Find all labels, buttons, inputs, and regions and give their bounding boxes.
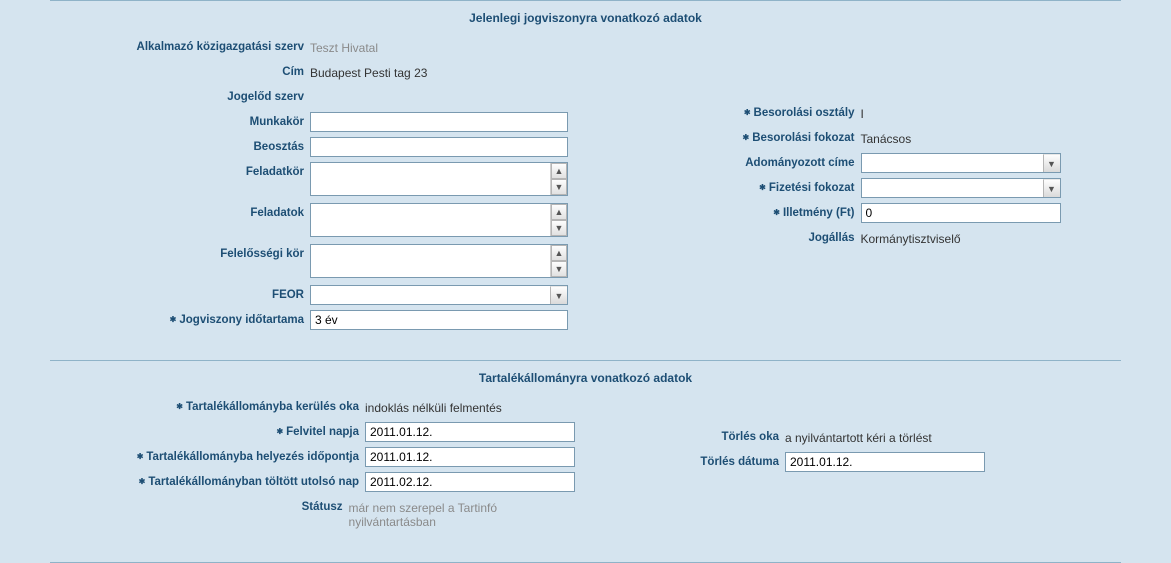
input-torles-datuma[interactable] bbox=[785, 452, 985, 472]
input-beosztas[interactable] bbox=[310, 137, 568, 157]
chevron-down-icon[interactable]: ▼ bbox=[1043, 179, 1060, 197]
label-felvitel-napja: Felvitel napja bbox=[50, 422, 365, 438]
value-torles-oka: a nyilvántartott kéri a törlést bbox=[785, 427, 932, 445]
label-kerules-oka: Tartalékállományba kerülés oka bbox=[50, 397, 365, 413]
section1-title: Jelenlegi jogviszonyra vonatkozó adatok bbox=[50, 11, 1121, 25]
label-cim: Cím bbox=[50, 62, 310, 78]
chevron-down-icon[interactable]: ▼ bbox=[550, 286, 567, 304]
input-utolso-nap[interactable] bbox=[365, 472, 575, 492]
select-feor[interactable]: ▼ bbox=[310, 285, 568, 305]
value-statusz: már nem szerepel a Tartinfó nyilvántartá… bbox=[349, 497, 575, 529]
chevron-down-icon[interactable]: ▼ bbox=[1043, 154, 1060, 172]
value-alkalmazo: Teszt Hivatal bbox=[310, 37, 378, 55]
label-feor: FEOR bbox=[50, 285, 310, 301]
label-jogallas: Jogállás bbox=[601, 228, 861, 244]
scroll-up-icon[interactable]: ▲ bbox=[551, 204, 567, 220]
scrollbar[interactable]: ▲ ▼ bbox=[550, 204, 567, 236]
label-munkakor: Munkakör bbox=[50, 112, 310, 128]
select-adomanyozott-cime[interactable]: ▼ bbox=[861, 153, 1061, 173]
input-felvitel-napja[interactable] bbox=[365, 422, 575, 442]
scroll-up-icon[interactable]: ▲ bbox=[551, 245, 567, 261]
label-adomanyozott-cime: Adományozott címe bbox=[601, 153, 861, 169]
scroll-down-icon[interactable]: ▼ bbox=[551, 220, 567, 236]
input-illetmeny[interactable] bbox=[861, 203, 1061, 223]
textarea-feladatok[interactable]: ▲ ▼ bbox=[310, 203, 568, 237]
section2-title: Tartalékállományra vonatkozó adatok bbox=[50, 371, 1121, 385]
label-utolso-nap: Tartalékállományban töltött utolsó nap bbox=[50, 472, 365, 488]
select-feor-text bbox=[311, 286, 550, 304]
textarea-feladatkor-input[interactable] bbox=[311, 163, 550, 195]
label-illetmeny: Illetmény (Ft) bbox=[601, 203, 861, 219]
input-helyezes-idopont[interactable] bbox=[365, 447, 575, 467]
label-torles-datuma: Törlés dátuma bbox=[605, 452, 785, 468]
label-feladatok: Feladatok bbox=[50, 203, 310, 219]
label-statusz: Státusz bbox=[50, 497, 349, 513]
value-cim: Budapest Pesti tag 23 bbox=[310, 62, 427, 80]
scrollbar[interactable]: ▲ ▼ bbox=[550, 163, 567, 195]
label-torles-oka: Törlés oka bbox=[605, 427, 785, 443]
input-munkakor[interactable] bbox=[310, 112, 568, 132]
label-alkalmazo: Alkalmazó közigazgatási szerv bbox=[50, 37, 310, 53]
label-jogviszony-idotartam: Jogviszony időtartama bbox=[50, 310, 310, 326]
label-besorolasi-fokozat: Besorolási fokozat bbox=[601, 128, 861, 144]
textarea-feladatok-input[interactable] bbox=[311, 204, 550, 236]
label-helyezes-idopont: Tartalékállományba helyezés időpontja bbox=[50, 447, 365, 463]
label-besorolasi-osztaly: Besorolási osztály bbox=[601, 103, 861, 119]
select-fizetesi-fokozat[interactable]: ▼ bbox=[861, 178, 1061, 198]
value-kerules-oka: indoklás nélküli felmentés bbox=[365, 397, 502, 415]
current-relation-panel: Jelenlegi jogviszonyra vonatkozó adatok … bbox=[50, 0, 1121, 335]
scroll-down-icon[interactable]: ▼ bbox=[551, 261, 567, 277]
scroll-down-icon[interactable]: ▼ bbox=[551, 179, 567, 195]
label-felelossegi: Felelősségi kör bbox=[50, 244, 310, 260]
label-jogelod: Jogelőd szerv bbox=[50, 87, 310, 103]
value-besorolasi-osztaly: I bbox=[861, 103, 864, 121]
label-beosztas: Beosztás bbox=[50, 137, 310, 153]
value-jogallas: Kormánytisztviselő bbox=[861, 228, 961, 246]
textarea-feladatkor[interactable]: ▲ ▼ bbox=[310, 162, 568, 196]
label-feladatkor: Feladatkör bbox=[50, 162, 310, 178]
scroll-up-icon[interactable]: ▲ bbox=[551, 163, 567, 179]
textarea-felelossegi-input[interactable] bbox=[311, 245, 550, 277]
textarea-felelossegi[interactable]: ▲ ▼ bbox=[310, 244, 568, 278]
select-fizetesi-text bbox=[862, 179, 1043, 197]
select-adomanyozott-text bbox=[862, 154, 1043, 172]
value-besorolasi-fokozat: Tanácsos bbox=[861, 128, 912, 146]
label-fizetesi-fokozat: Fizetési fokozat bbox=[601, 178, 861, 194]
scrollbar[interactable]: ▲ ▼ bbox=[550, 245, 567, 277]
reserve-panel: Tartalékállományra vonatkozó adatok Tart… bbox=[50, 360, 1121, 532]
input-jogviszony-idotartam[interactable] bbox=[310, 310, 568, 330]
